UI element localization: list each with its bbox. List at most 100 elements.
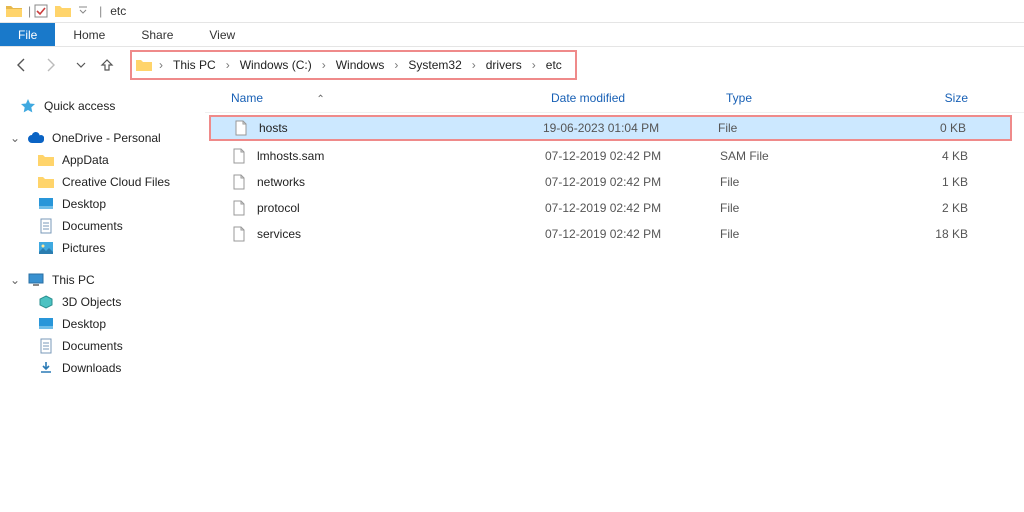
nav-up-button[interactable]	[98, 56, 116, 74]
file-tab[interactable]: File	[0, 23, 55, 46]
sidebar-item-3d-objects[interactable]: 3D Objects	[6, 291, 205, 313]
column-header-date[interactable]: Date modified	[545, 91, 720, 105]
file-type: File	[720, 175, 873, 189]
file-date: 07-12-2019 02:42 PM	[545, 227, 720, 241]
file-type: File	[720, 201, 873, 215]
file-type: File	[718, 121, 871, 135]
tab-view[interactable]: View	[191, 23, 253, 46]
chevron-right-icon[interactable]: ›	[319, 58, 329, 72]
chevron-down-icon[interactable]: ⌄	[10, 131, 20, 145]
sidebar-item-creative-cloud[interactable]: Creative Cloud Files	[6, 171, 205, 193]
cube-icon	[38, 294, 54, 310]
sidebar-item-label: Pictures	[62, 241, 105, 255]
desktop-icon	[38, 196, 54, 212]
file-size: 4 KB	[873, 149, 968, 163]
folder-icon	[38, 174, 54, 190]
file-name: networks	[257, 175, 305, 189]
file-row[interactable]: protocol 07-12-2019 02:42 PM File 2 KB	[205, 195, 1024, 221]
documents-icon	[38, 338, 54, 354]
star-icon	[20, 98, 36, 114]
content: Quick access ⌄ OneDrive - Personal AppDa…	[0, 83, 1024, 512]
sidebar-item-label: Creative Cloud Files	[62, 175, 170, 189]
file-size: 18 KB	[873, 227, 968, 241]
file-name: services	[257, 227, 301, 241]
chevron-right-icon[interactable]: ›	[156, 58, 166, 72]
folder-icon	[55, 4, 71, 18]
crumb-drivers[interactable]: drivers	[483, 56, 525, 74]
nav-history-dropdown[interactable]	[72, 56, 90, 74]
sidebar-item-desktop[interactable]: Desktop	[6, 193, 205, 215]
sidebar-item-appdata[interactable]: AppData	[6, 149, 205, 171]
sidebar-item-label: AppData	[62, 153, 109, 167]
sidebar-item-label: Desktop	[62, 317, 106, 331]
documents-icon	[38, 218, 54, 234]
folder-icon	[6, 4, 22, 18]
column-header-name[interactable]: Name ⌃	[225, 91, 545, 105]
separator: |	[99, 4, 102, 18]
crumb-this-pc[interactable]: This PC	[170, 56, 219, 74]
separator: |	[28, 4, 31, 18]
sidebar-item-this-pc[interactable]: ⌄ This PC	[6, 269, 205, 291]
ribbon: File Home Share View	[0, 23, 1024, 47]
file-list: Name ⌃ Date modified Type Size hosts 19-…	[205, 83, 1024, 512]
column-header-type[interactable]: Type	[720, 91, 873, 105]
file-date: 07-12-2019 02:42 PM	[545, 149, 720, 163]
sidebar-item-downloads[interactable]: Downloads	[6, 357, 205, 379]
crumb-windows[interactable]: Windows	[333, 56, 388, 74]
sidebar-item-desktop-2[interactable]: Desktop	[6, 313, 205, 335]
window-title: etc	[110, 4, 126, 18]
file-row[interactable]: networks 07-12-2019 02:42 PM File 1 KB	[205, 169, 1024, 195]
address-bar: › This PC › Windows (C:) › Windows › Sys…	[0, 47, 1024, 83]
sidebar-item-label: Quick access	[44, 99, 115, 113]
file-type: SAM File	[720, 149, 873, 163]
sidebar-item-label: OneDrive - Personal	[52, 131, 161, 145]
chevron-right-icon[interactable]: ›	[529, 58, 539, 72]
file-type: File	[720, 227, 873, 241]
sidebar-item-label: Downloads	[62, 361, 121, 375]
file-row[interactable]: lmhosts.sam 07-12-2019 02:42 PM SAM File…	[205, 143, 1024, 169]
file-icon	[231, 148, 247, 164]
sidebar-item-onedrive[interactable]: ⌄ OneDrive - Personal	[6, 127, 205, 149]
tab-share[interactable]: Share	[123, 23, 191, 46]
breadcrumb[interactable]: › This PC › Windows (C:) › Windows › Sys…	[130, 50, 577, 80]
crumb-system32[interactable]: System32	[405, 56, 464, 74]
pictures-icon	[38, 240, 54, 256]
column-headers: Name ⌃ Date modified Type Size	[205, 83, 1024, 113]
file-icon	[231, 200, 247, 216]
sidebar-item-documents[interactable]: Documents	[6, 215, 205, 237]
file-date: 07-12-2019 02:42 PM	[545, 201, 720, 215]
sidebar-item-documents-2[interactable]: Documents	[6, 335, 205, 357]
column-header-size[interactable]: Size	[873, 91, 968, 105]
desktop-icon	[38, 316, 54, 332]
file-icon	[233, 120, 249, 136]
chevron-down-icon[interactable]: ⌄	[10, 273, 20, 287]
file-row[interactable]: hosts 19-06-2023 01:04 PM File 0 KB	[209, 115, 1012, 141]
chevron-right-icon[interactable]: ›	[223, 58, 233, 72]
sort-indicator-icon: ⌃	[316, 94, 324, 105]
cloud-icon	[28, 130, 44, 146]
crumb-etc[interactable]: etc	[543, 56, 565, 74]
title-bar: | | etc	[0, 0, 1024, 23]
file-date: 07-12-2019 02:42 PM	[545, 175, 720, 189]
qat-dropdown-icon[interactable]	[75, 3, 91, 19]
folder-icon	[38, 152, 54, 168]
file-size: 1 KB	[873, 175, 968, 189]
file-row[interactable]: services 07-12-2019 02:42 PM File 18 KB	[205, 221, 1024, 247]
this-pc-icon	[28, 272, 44, 288]
chevron-right-icon[interactable]: ›	[469, 58, 479, 72]
file-size: 2 KB	[873, 201, 968, 215]
tab-home[interactable]: Home	[55, 23, 123, 46]
qat-checkbox-icon[interactable]	[33, 3, 49, 19]
crumb-drive-c[interactable]: Windows (C:)	[237, 56, 315, 74]
nav-forward-button[interactable]	[42, 56, 60, 74]
sidebar-item-label: Documents	[62, 339, 123, 353]
sidebar-item-quick-access[interactable]: Quick access	[6, 95, 205, 117]
sidebar-item-pictures[interactable]: Pictures	[6, 237, 205, 259]
sidebar-item-label: This PC	[52, 273, 95, 287]
nav-back-button[interactable]	[12, 56, 30, 74]
chevron-right-icon[interactable]: ›	[391, 58, 401, 72]
file-icon	[231, 226, 247, 242]
file-name: protocol	[257, 201, 300, 215]
file-date: 19-06-2023 01:04 PM	[543, 121, 718, 135]
nav-pane: Quick access ⌄ OneDrive - Personal AppDa…	[0, 83, 205, 512]
